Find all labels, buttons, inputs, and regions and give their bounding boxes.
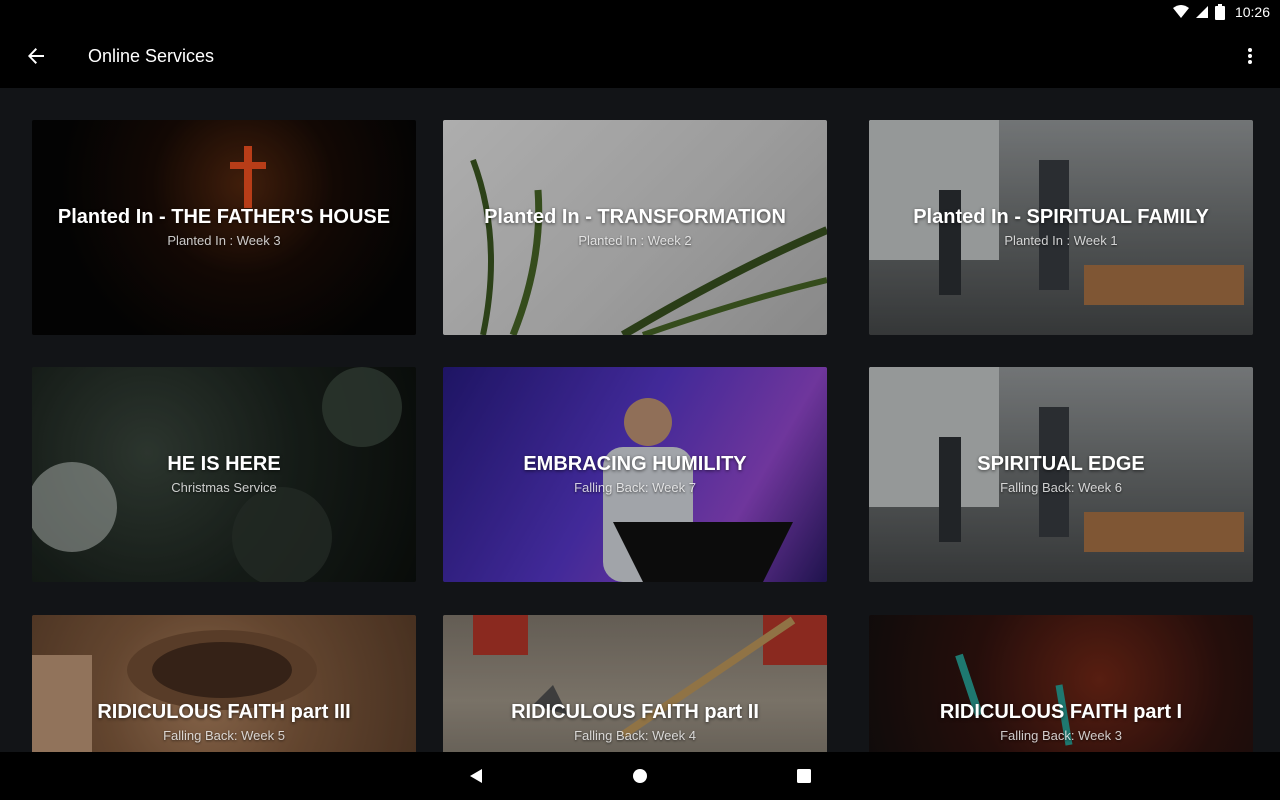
overflow-menu-button[interactable] bbox=[1234, 42, 1266, 70]
nav-home-button[interactable] bbox=[622, 758, 658, 794]
service-card[interactable]: HE IS HERE Christmas Service bbox=[32, 367, 416, 582]
service-subtitle: Planted In : Week 3 bbox=[167, 233, 281, 248]
services-grid: Planted In - THE FATHER'S HOUSE Planted … bbox=[0, 88, 1280, 752]
service-card[interactable]: RIDICULOUS FAITH part I Falling Back: We… bbox=[869, 615, 1253, 752]
square-recents-icon bbox=[797, 769, 811, 783]
wifi-icon bbox=[1172, 5, 1189, 18]
battery-icon bbox=[1214, 4, 1225, 20]
service-subtitle: Falling Back: Week 6 bbox=[1000, 480, 1122, 495]
service-title: RIDICULOUS FAITH part II bbox=[511, 701, 759, 723]
service-subtitle: Christmas Service bbox=[171, 480, 277, 495]
service-card[interactable]: Planted In - SPIRITUAL FAMILY Planted In… bbox=[869, 120, 1253, 335]
service-card[interactable]: Planted In - TRANSFORMATION Planted In :… bbox=[443, 120, 827, 335]
service-card[interactable]: EMBRACING HUMILITY Falling Back: Week 7 bbox=[443, 367, 827, 582]
service-title: Planted In - SPIRITUAL FAMILY bbox=[913, 206, 1209, 228]
service-subtitle: Falling Back: Week 4 bbox=[574, 728, 696, 743]
status-bar: 10:26 bbox=[0, 0, 1280, 24]
nav-back-button[interactable] bbox=[458, 758, 494, 794]
service-subtitle: Falling Back: Week 5 bbox=[163, 728, 285, 743]
service-title: RIDICULOUS FAITH part I bbox=[939, 701, 1183, 723]
system-nav-bar bbox=[0, 752, 1280, 800]
service-subtitle: Planted In : Week 1 bbox=[1004, 233, 1118, 248]
back-button[interactable] bbox=[0, 24, 72, 88]
service-title: Planted In - TRANSFORMATION bbox=[484, 206, 786, 228]
service-title: HE IS HERE bbox=[167, 453, 281, 475]
service-title: EMBRACING HUMILITY bbox=[523, 453, 747, 475]
service-subtitle: Falling Back: Week 7 bbox=[574, 480, 696, 495]
service-card[interactable]: SPIRITUAL EDGE Falling Back: Week 6 bbox=[869, 367, 1253, 582]
status-time: 10:26 bbox=[1234, 4, 1270, 20]
service-card[interactable]: RIDICULOUS FAITH part III Falling Back: … bbox=[32, 615, 416, 752]
app-bar: Online Services bbox=[0, 24, 1280, 88]
service-subtitle: Falling Back: Week 3 bbox=[1000, 728, 1122, 743]
nav-recents-button[interactable] bbox=[786, 758, 822, 794]
arrow-back-icon bbox=[28, 48, 44, 64]
page-title: Online Services bbox=[88, 45, 215, 66]
service-subtitle: Planted In : Week 2 bbox=[578, 233, 692, 248]
cell-signal-icon bbox=[1195, 6, 1208, 18]
service-title: RIDICULOUS FAITH part III bbox=[97, 701, 351, 723]
service-title: SPIRITUAL EDGE bbox=[977, 453, 1145, 475]
triangle-back-icon bbox=[470, 769, 482, 783]
circle-home-icon bbox=[633, 769, 647, 783]
service-card[interactable]: Planted In - THE FATHER'S HOUSE Planted … bbox=[32, 120, 416, 335]
service-title: Planted In - THE FATHER'S HOUSE bbox=[57, 206, 391, 228]
more-vert-icon bbox=[1248, 48, 1252, 64]
service-card[interactable]: RIDICULOUS FAITH part II Falling Back: W… bbox=[443, 615, 827, 752]
